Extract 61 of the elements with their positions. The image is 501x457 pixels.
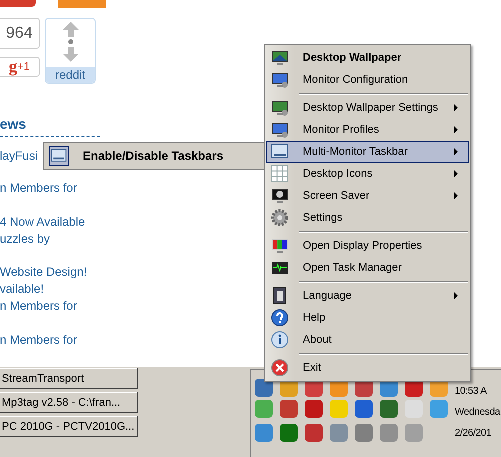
clock-time[interactable]: 10:53 A: [455, 386, 500, 397]
tray-icon[interactable]: [355, 400, 373, 418]
menu-item[interactable]: Help: [266, 307, 469, 329]
menu-item[interactable]: Exit: [266, 357, 469, 379]
display-properties-icon: [271, 237, 289, 255]
news-link[interactable]: vailable!: [0, 281, 44, 298]
moon-monitor-icon: [271, 187, 289, 205]
submenu-arrow-icon: [454, 292, 458, 300]
taskbar-button[interactable]: StreamTransport: [0, 368, 138, 389]
monitor-gear-icon: [271, 71, 289, 89]
tray-icon[interactable]: [305, 400, 323, 418]
menu-item[interactable]: Desktop Icons: [266, 163, 469, 185]
menu-item[interactable]: Multi-Monitor Taskbar: [266, 141, 469, 163]
close-icon: [271, 359, 289, 377]
tray-icon[interactable]: [280, 400, 298, 418]
menu-item[interactable]: Screen Saver: [266, 185, 469, 207]
news-link[interactable]: n Members for: [0, 180, 78, 197]
info-icon: [271, 331, 289, 349]
tray-icon[interactable]: [280, 424, 298, 442]
menu-item[interactable]: Monitor Configuration: [266, 69, 469, 91]
menu-item[interactable]: Desktop Wallpaper Settings: [266, 97, 469, 119]
submenu-arrow-icon: [454, 170, 458, 178]
grid-icon: [271, 165, 289, 183]
menu-item[interactable]: Open Task Manager: [266, 257, 469, 279]
wallpaper-monitor-icon: [271, 49, 289, 67]
submenu-arrow-icon: [454, 148, 458, 156]
wallpaper-gear-icon: [271, 99, 289, 117]
submenu-arrow-icon: [454, 192, 458, 200]
menu-item[interactable]: Desktop Wallpaper: [266, 47, 469, 69]
vote-arrows-icon[interactable]: [60, 22, 80, 62]
tray-icon[interactable]: [255, 379, 273, 397]
section-heading: ews: [0, 116, 100, 137]
news-link[interactable]: n Members for: [0, 298, 78, 315]
news-link[interactable]: 4 Now Available: [0, 214, 86, 231]
clock-date[interactable]: 2/26/201: [455, 428, 500, 439]
menu-item[interactable]: Language: [266, 285, 469, 307]
menu-item[interactable]: About: [266, 329, 469, 351]
reddit-label: reddit: [46, 67, 95, 83]
news-link[interactable]: uzzles by: [0, 231, 50, 248]
menu-item[interactable]: Settings: [266, 207, 469, 229]
monitor-gear-icon: [271, 121, 289, 139]
taskbar-button[interactable]: PC 2010G - PCTV2010G...: [0, 416, 138, 437]
menu-item[interactable]: Monitor Profiles: [266, 119, 469, 141]
menu-item[interactable]: Open Display Properties: [266, 235, 469, 257]
news-link[interactable]: layFusi: [0, 148, 38, 165]
help-icon: [271, 309, 289, 327]
clock-day[interactable]: Wednesda: [455, 407, 500, 418]
settings-icon: [271, 209, 289, 227]
tray-icon[interactable]: [380, 400, 398, 418]
taskbar-button[interactable]: Mp3tag v2.58 - C:\fran...: [0, 392, 138, 413]
google-plus-button[interactable]: g+1: [0, 57, 40, 77]
submenu-arrow-icon: [454, 104, 458, 112]
taskbar-monitor-icon: [49, 146, 69, 166]
share-count: 964: [0, 18, 40, 49]
menu-item[interactable]: Enable/Disable Taskbars: [46, 144, 262, 168]
news-link[interactable]: Website Design!: [0, 264, 88, 281]
taskbar-monitor-icon: [271, 143, 289, 161]
tray-icon[interactable]: [305, 424, 323, 442]
news-link[interactable]: n Members for: [0, 332, 78, 349]
submenu-arrow-icon: [454, 126, 458, 134]
task-manager-icon: [271, 259, 289, 277]
